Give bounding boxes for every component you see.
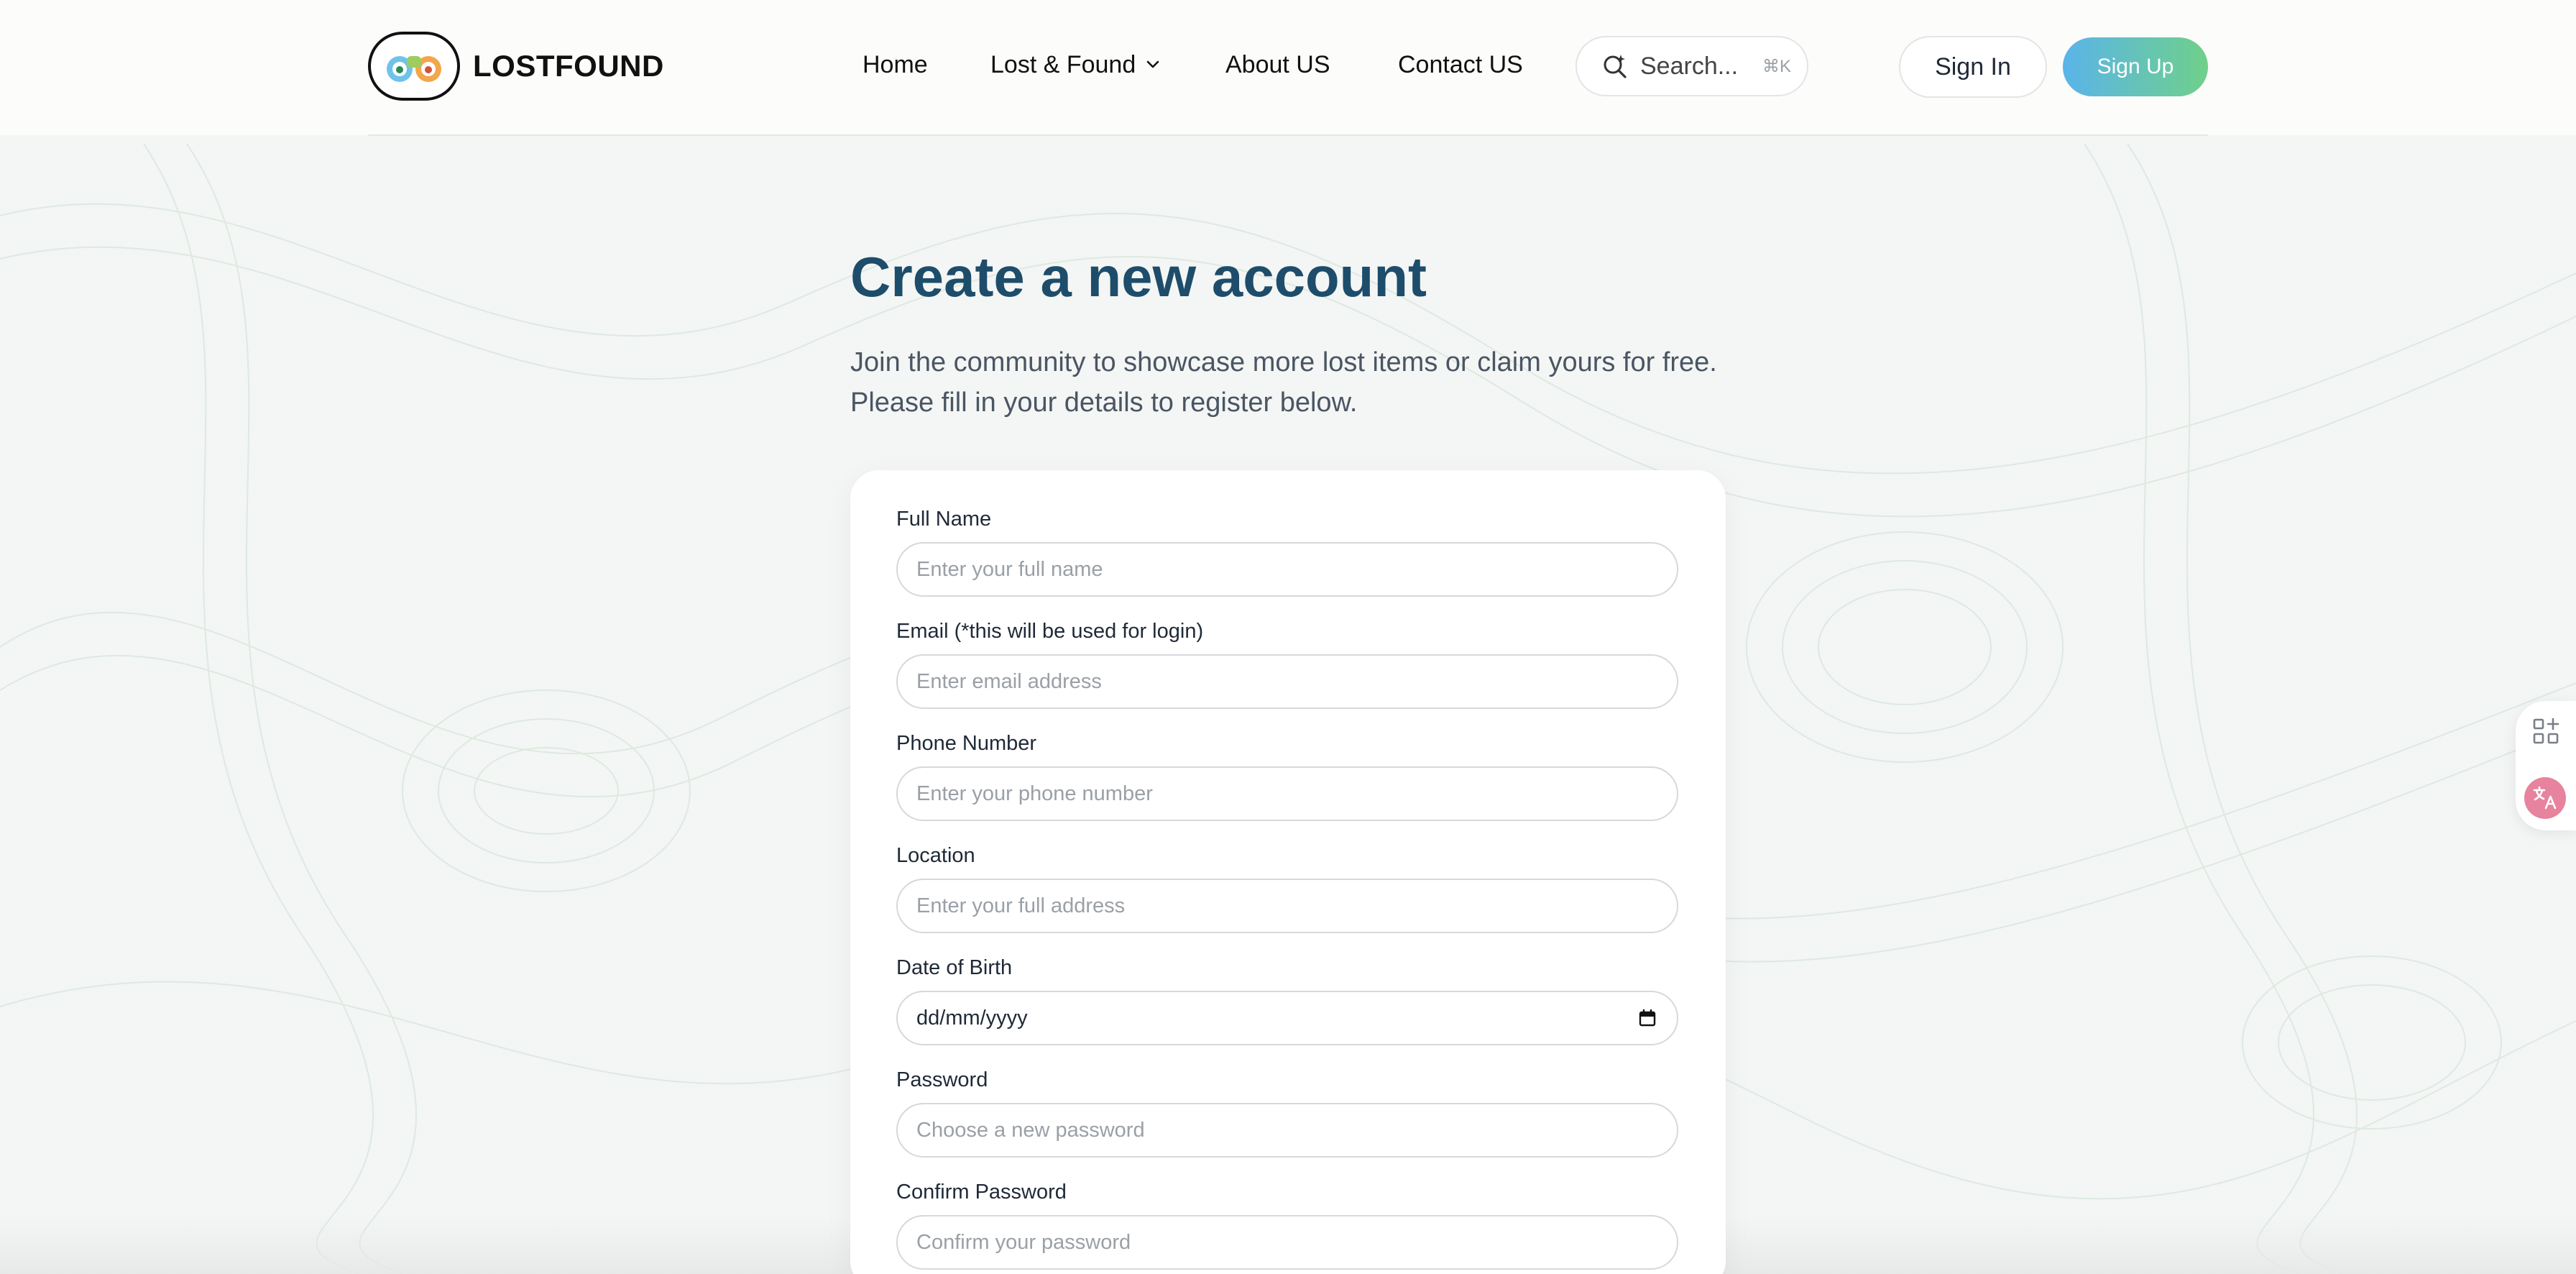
- sign-up-button[interactable]: Sign Up: [2063, 37, 2208, 96]
- password-field: Password Choose a new password: [896, 1066, 1678, 1158]
- password-label: Password: [896, 1068, 988, 1091]
- date-of-birth-label: Date of Birth: [896, 956, 1013, 979]
- chevron-down-icon: [1146, 60, 1159, 68]
- floating-toolbar: [2516, 701, 2576, 830]
- translate-icon[interactable]: [2524, 777, 2566, 819]
- confirm-password-field: Confirm Password Confirm your password: [896, 1178, 1678, 1270]
- email-placeholder: Enter email address: [916, 669, 1102, 693]
- date-of-birth-value: dd/mm/yyyy: [916, 1006, 1028, 1030]
- date-of-birth-input[interactable]: dd/mm/yyyy: [896, 991, 1678, 1045]
- page-title: Create a new account: [850, 245, 1427, 308]
- add-widget-icon[interactable]: [2530, 715, 2562, 747]
- confirm-password-input[interactable]: Confirm your password: [896, 1215, 1678, 1270]
- phone-label: Phone Number: [896, 732, 1037, 755]
- full-name-label: Full Name: [896, 508, 992, 531]
- password-input[interactable]: Choose a new password: [896, 1103, 1678, 1158]
- location-input[interactable]: Enter your full address: [896, 879, 1678, 933]
- password-placeholder: Choose a new password: [916, 1118, 1145, 1142]
- email-label: Email (*this will be used for login): [896, 620, 1204, 643]
- nav-lost-found[interactable]: Lost & Found: [990, 46, 1160, 83]
- confirm-password-label: Confirm Password: [896, 1181, 1067, 1204]
- binoculars-icon: [368, 32, 460, 101]
- full-name-input[interactable]: Enter your full name: [896, 542, 1678, 597]
- brand-logo[interactable]: LOSTFOUND: [368, 32, 664, 101]
- site-header: LOSTFOUND Home Lost & Found About US Con…: [0, 0, 2576, 136]
- search-placeholder: Search...: [1640, 52, 1739, 80]
- nav-contact[interactable]: Contact US: [1398, 46, 1523, 83]
- email-input[interactable]: Enter email address: [896, 654, 1678, 709]
- sign-in-button[interactable]: Sign In: [1899, 36, 2047, 98]
- header-divider: [368, 134, 2208, 136]
- page-subtitle-line-1: Join the community to showcase more lost…: [850, 347, 1717, 377]
- email-field: Email (*this will be used for login) Ent…: [896, 617, 1678, 709]
- phone-field: Phone Number Enter your phone number: [896, 729, 1678, 821]
- search-input[interactable]: Search... ⌘K: [1576, 36, 1808, 96]
- nav-lost-found-label: Lost & Found: [990, 51, 1136, 78]
- date-of-birth-field: Date of Birth dd/mm/yyyy: [896, 953, 1678, 1045]
- nav-about[interactable]: About US: [1225, 46, 1330, 83]
- registration-form: Full Name Enter your full name Email (*t…: [850, 470, 1726, 1274]
- nav-home[interactable]: Home: [862, 46, 928, 83]
- phone-input[interactable]: Enter your phone number: [896, 766, 1678, 821]
- search-shortcut: ⌘K: [1762, 56, 1791, 76]
- phone-placeholder: Enter your phone number: [916, 782, 1153, 805]
- page-subtitle-line-2: Please fill in your details to register …: [850, 388, 1358, 418]
- search-sparkle-icon: [1604, 55, 1627, 78]
- location-label: Location: [896, 844, 975, 867]
- page-subtitle: Join the community to showcase more lost…: [850, 342, 1785, 423]
- location-field: Location Enter your full address: [896, 841, 1678, 933]
- full-name-field: Full Name Enter your full name: [896, 505, 1678, 597]
- full-name-placeholder: Enter your full name: [916, 557, 1103, 581]
- brand-name: LOSTFOUND: [473, 49, 664, 83]
- confirm-password-placeholder: Confirm your password: [916, 1230, 1131, 1254]
- location-placeholder: Enter your full address: [916, 894, 1126, 917]
- calendar-icon[interactable]: [1638, 1009, 1657, 1027]
